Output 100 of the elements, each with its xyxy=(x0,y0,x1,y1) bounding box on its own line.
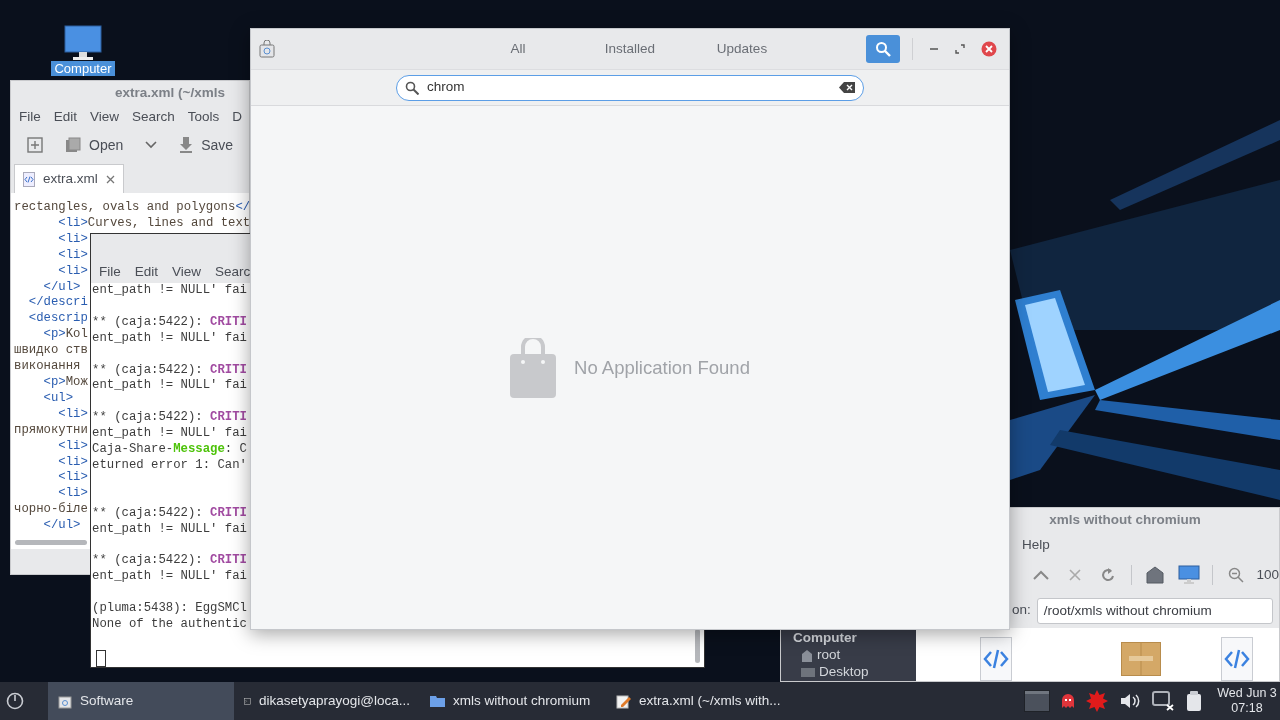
tab[interactable]: All xyxy=(468,34,568,64)
code-line: <li>Curves, lines and text xyxy=(58,215,249,232)
toolbar-button[interactable]: Open xyxy=(61,130,128,160)
menu-item[interactable]: View xyxy=(172,261,202,283)
terminal-line: (pluma:5438): EggSMCl xyxy=(92,601,247,618)
starburst-icon xyxy=(1086,690,1108,712)
close-icon xyxy=(1068,569,1081,581)
reload-icon xyxy=(1100,567,1117,583)
code-line: чорно-біле xyxy=(14,502,88,519)
terminal-line: ** (caja:5422): CRITI xyxy=(92,505,247,522)
computer-icon xyxy=(63,25,103,61)
terminal-line: ent_path != NULL' fai xyxy=(92,426,247,443)
terminal-line: ** (caja:5422): CRITI xyxy=(92,553,247,570)
code-line: <li> xyxy=(58,454,88,471)
new-document-icon xyxy=(27,137,43,153)
code-line: </ul> xyxy=(43,518,81,535)
menu-item[interactable]: Help xyxy=(1022,534,1050,556)
menu-item[interactable]: Edit xyxy=(53,106,78,128)
menu-item[interactable]: Edit xyxy=(134,261,159,283)
home-icon xyxy=(801,649,813,662)
pencil-document-icon xyxy=(616,693,631,709)
code-line: <p>Kol xyxy=(43,327,88,344)
code-line: <li> xyxy=(58,247,88,264)
shopping-bag-icon xyxy=(510,337,557,398)
taskbar-button[interactable]: Software xyxy=(48,682,234,720)
volume-icon xyxy=(1120,693,1140,709)
window-title: extra.xml (~/xmls xyxy=(114,83,225,102)
shopping-bag-icon xyxy=(58,693,72,709)
code-line: <ul> xyxy=(43,390,74,407)
network-disconnected-icon xyxy=(1152,691,1174,711)
menu-item[interactable]: Tools xyxy=(187,106,220,128)
archive-icon xyxy=(1120,642,1161,676)
close-icon xyxy=(981,41,997,57)
restore-icon xyxy=(955,44,965,54)
power-logo-icon xyxy=(6,692,24,710)
scrollbar-thumb[interactable] xyxy=(15,540,87,545)
location-field[interactable]: /root/xmls without chromium xyxy=(1036,597,1273,624)
caret-icon xyxy=(145,141,158,149)
xml-file-icon xyxy=(23,171,35,187)
sidebar-item[interactable]: Desktop xyxy=(781,664,916,681)
code-line: швидко ств xyxy=(14,343,88,360)
code-line: <li> xyxy=(58,438,88,455)
menu-item[interactable]: File xyxy=(99,261,121,283)
terminal-line: ** (caja:5422): CRITI xyxy=(92,362,247,379)
taskbar-button[interactable]: extra.xml (~/xmls with... xyxy=(606,682,792,720)
terminal-line: eturned error 1: Can' xyxy=(92,457,247,474)
location-label: on: xyxy=(1012,601,1031,620)
terminal-line: Caja-Share-Message: C xyxy=(92,442,247,458)
code-line: <li> xyxy=(58,406,88,423)
ghost-icon xyxy=(1062,694,1074,708)
editor-tab[interactable]: extra.xml xyxy=(14,164,124,193)
download-icon xyxy=(179,137,194,153)
code-line: <li> xyxy=(58,486,88,502)
search-icon xyxy=(875,41,891,57)
close-icon xyxy=(105,174,115,184)
tab[interactable]: Updates xyxy=(692,34,792,64)
code-line: </descri xyxy=(28,295,88,312)
code-line: виконання xyxy=(14,359,81,375)
taskbar-button[interactable]: xmls without chromium xyxy=(420,682,606,720)
menu-item[interactable]: Searc xyxy=(215,261,251,283)
terminal-line: ent_path != NULL' fai xyxy=(92,330,247,347)
tab-label: extra.xml xyxy=(43,169,98,188)
zoom-out-icon xyxy=(1227,567,1244,583)
menu-item[interactable]: File xyxy=(19,106,41,128)
taskbar-button[interactable]: dikasetyaprayogi@loca... xyxy=(234,682,420,720)
home-icon xyxy=(1146,566,1165,584)
toolbar-button[interactable]: Save xyxy=(175,130,238,160)
menu-item[interactable]: Search xyxy=(132,106,175,128)
window-title: xmls without chromium xyxy=(1049,511,1201,530)
sidebar-item[interactable]: root xyxy=(781,647,916,664)
terminal-line: ent_path != NULL' fai xyxy=(92,283,247,299)
code-line: <li> xyxy=(58,231,88,248)
scrollbar-thumb[interactable] xyxy=(695,629,700,663)
code-line: <p>Мож xyxy=(43,374,88,391)
zoom-level: 100 xyxy=(1256,565,1279,584)
code-line: <li> xyxy=(58,263,88,280)
search-icon xyxy=(405,80,419,95)
clipboard-icon xyxy=(1186,691,1202,711)
documents-icon xyxy=(65,137,81,153)
up-icon xyxy=(1031,569,1050,581)
terminal-line: ent_path != NULL' fai xyxy=(92,521,247,538)
terminal-line: None of the authentic xyxy=(92,617,247,633)
clock-time: 07:18 xyxy=(1231,701,1263,716)
terminal-line: ent_path != NULL' fai xyxy=(92,378,247,395)
tab[interactable]: Installed xyxy=(580,34,680,64)
code-line: <descrip xyxy=(28,311,88,328)
window-icon xyxy=(1024,690,1050,712)
code-line: <li> xyxy=(58,470,88,487)
clock-date: Wed Jun 3 xyxy=(1217,686,1277,701)
menu-item[interactable]: View xyxy=(90,106,120,128)
sidebar-heading: Computer xyxy=(792,629,858,647)
search-field[interactable]: chrom xyxy=(396,74,864,101)
empty-message: No Application Found xyxy=(574,355,750,380)
terminal-line: ** (caja:5422): CRITI xyxy=(92,314,247,331)
computer-icon xyxy=(1177,565,1200,585)
menu-item[interactable]: D xyxy=(232,106,243,128)
clear-icon xyxy=(839,82,855,93)
search-button[interactable] xyxy=(866,35,900,63)
code-line: </ul> xyxy=(43,279,81,296)
folder-icon xyxy=(430,695,445,707)
